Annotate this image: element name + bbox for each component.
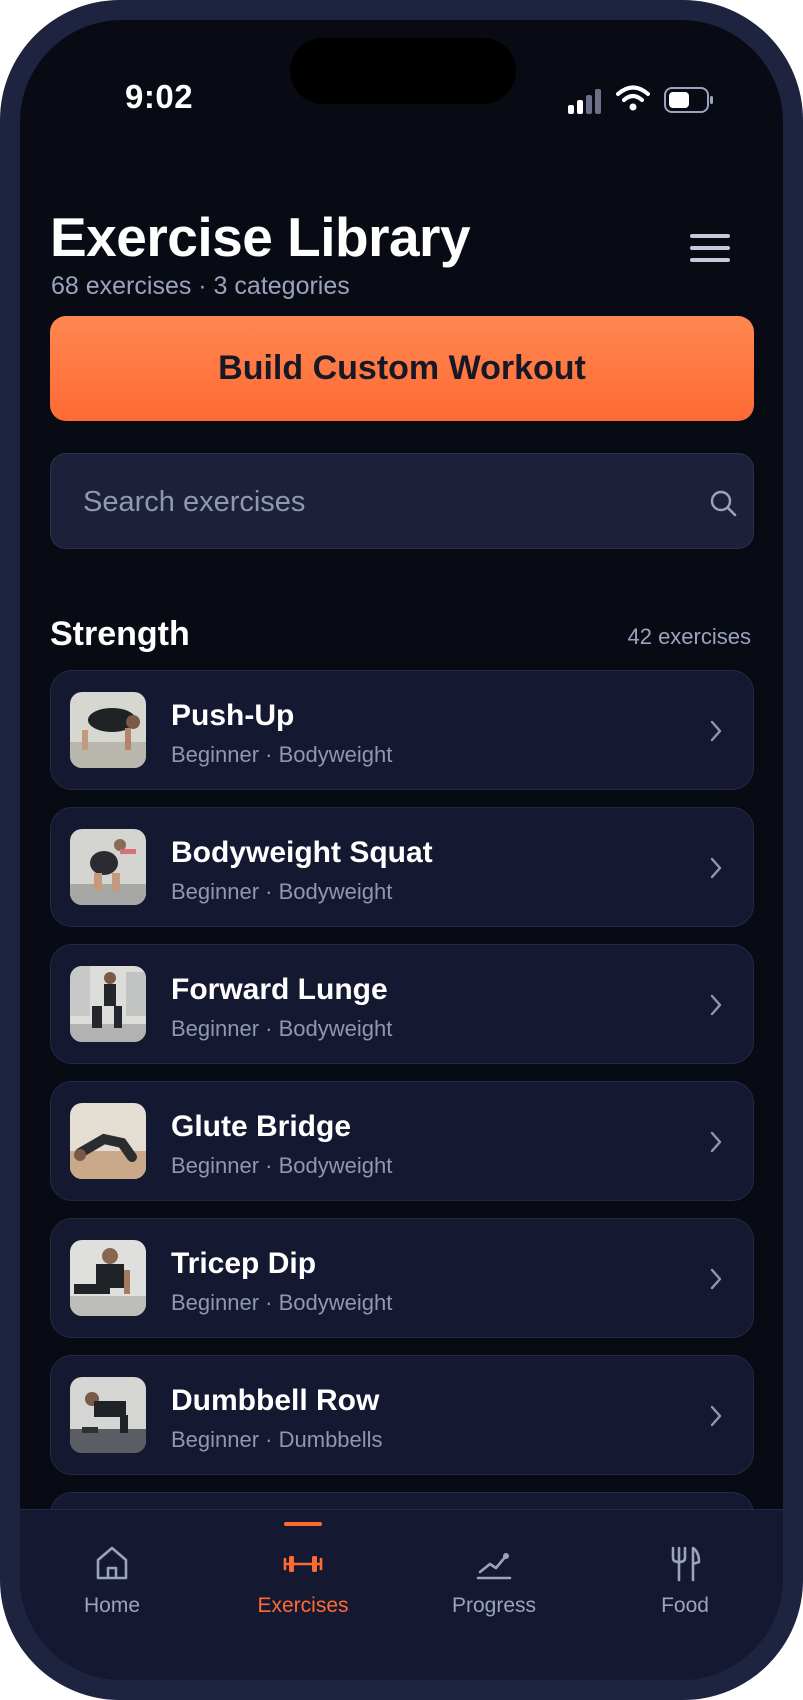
dynamic-island (290, 38, 516, 104)
chevron-right-icon (710, 720, 722, 742)
tab-bar: Home Exercises Progress Food (20, 1509, 783, 1680)
exercise-name: Tricep Dip (171, 1247, 317, 1280)
exercise-name: Forward Lunge (171, 973, 388, 1006)
screen: 9:02 Exercise Library 68 exercises · 3 c… (20, 20, 783, 1680)
exercise-name: Push-Up (171, 699, 295, 732)
chevron-right-icon (710, 994, 722, 1016)
exercise-name: Dumbbell Row (171, 1384, 380, 1417)
exercise-thumbnail (70, 966, 146, 1042)
exercise-meta: Beginner · Bodyweight (171, 742, 393, 767)
exercise-card-tricep-dip[interactable]: Tricep Dip Beginner · Bodyweight (50, 1218, 754, 1338)
section-count: 42 exercises (627, 624, 751, 649)
exercise-meta: Beginner · Bodyweight (171, 1153, 393, 1178)
section-title: Strength (50, 615, 190, 653)
exercise-card-forward-lunge[interactable]: Forward Lunge Beginner · Bodyweight (50, 944, 754, 1064)
exercise-meta: Beginner · Dumbbells (171, 1427, 383, 1452)
page-title: Exercise Library (50, 206, 471, 268)
home-icon (96, 1546, 128, 1580)
cellular-signal-icon (568, 88, 604, 114)
exercise-thumbnail (70, 829, 146, 905)
exercise-meta: Beginner · Bodyweight (171, 1016, 393, 1041)
exercise-card-bodyweight-squat[interactable]: Bodyweight Squat Beginner · Bodyweight (50, 807, 754, 927)
chevron-right-icon (710, 1405, 722, 1427)
exercise-meta: Beginner · Bodyweight (171, 879, 393, 904)
phone-frame: 9:02 Exercise Library 68 exercises · 3 c… (0, 0, 803, 1700)
exercise-thumbnail (70, 1377, 146, 1453)
active-tab-indicator (284, 1522, 322, 1526)
search-input[interactable]: Search exercises (50, 453, 754, 549)
tab-exercises[interactable]: Exercises (223, 1510, 383, 1630)
search-placeholder: Search exercises (83, 486, 306, 518)
chevron-right-icon (710, 1131, 722, 1153)
tab-label: Food (661, 1594, 709, 1617)
exercise-card-push-up[interactable]: Push-Up Beginner · Bodyweight (50, 670, 754, 790)
tab-food[interactable]: Food (605, 1510, 765, 1630)
exercise-thumbnail (70, 1240, 146, 1316)
exercise-card-dumbbell-row[interactable]: Dumbbell Row Beginner · Dumbbells (50, 1355, 754, 1475)
wifi-icon (616, 85, 650, 111)
dumbbell-icon (283, 1556, 323, 1572)
menu-button[interactable] (690, 234, 732, 268)
status-time: 9:02 (125, 78, 194, 115)
build-custom-workout-button[interactable]: Build Custom Workout (50, 316, 754, 421)
chart-icon (476, 1553, 512, 1580)
exercise-card-glute-bridge[interactable]: Glute Bridge Beginner · Bodyweight (50, 1081, 754, 1201)
search-icon[interactable] (709, 489, 737, 517)
chevron-right-icon (710, 1268, 722, 1290)
exercise-thumbnail (70, 1103, 146, 1179)
page-subtitle: 68 exercises · 3 categories (51, 272, 350, 300)
battery-icon (664, 87, 713, 113)
tab-label: Home (83, 1594, 141, 1617)
exercise-name: Bodyweight Squat (171, 836, 433, 869)
menu-icon (690, 234, 730, 238)
utensils-icon (671, 1546, 701, 1582)
exercise-meta: Beginner · Bodyweight (171, 1290, 393, 1315)
exercise-thumbnail (70, 692, 146, 768)
tab-label: Progress (451, 1594, 537, 1617)
exercise-name: Glute Bridge (171, 1110, 352, 1143)
chevron-right-icon (710, 857, 722, 879)
tab-home[interactable]: Home (32, 1510, 192, 1630)
tab-label: Exercises (257, 1594, 349, 1617)
tab-progress[interactable]: Progress (414, 1510, 574, 1630)
